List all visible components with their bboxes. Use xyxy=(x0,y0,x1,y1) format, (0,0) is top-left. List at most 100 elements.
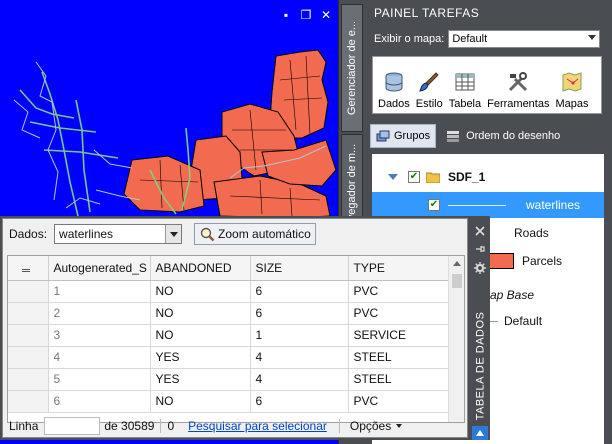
table-cell[interactable]: STEEL xyxy=(348,368,451,391)
table-vertical-scrollbar[interactable] xyxy=(448,256,464,422)
table-row[interactable]: 6 NO 6 PVC xyxy=(8,390,451,413)
table-cell[interactable]: 3 xyxy=(48,324,151,347)
map-select-value: Default xyxy=(452,33,488,45)
scroll-up-icon[interactable] xyxy=(453,261,461,266)
table-status-bar: Linha de 30589 0 Pesquisar para selecion… xyxy=(7,416,465,436)
table-cell[interactable]: YES xyxy=(150,368,251,391)
table-header-row: Autogenerated_S ABANDONED SIZE TYPE xyxy=(8,256,451,281)
row-header[interactable] xyxy=(8,302,49,325)
data-source-label: Dados: xyxy=(9,227,48,241)
maps-tool-button[interactable]: Mapas xyxy=(552,60,591,110)
table-cell[interactable]: YES xyxy=(150,346,251,369)
table-cell[interactable]: STEEL xyxy=(348,346,451,369)
data-table-toolbar: Dados: waterlines Zoom automático xyxy=(3,219,467,249)
tab-site-manager[interactable]: Gerenciador de e... xyxy=(341,4,363,132)
row-number-input[interactable] xyxy=(44,417,101,435)
map-selector-row: Exibir o mapa: Default xyxy=(364,26,612,52)
map-window-controls: ▪ ❐ ✕ xyxy=(280,9,332,21)
restore-icon[interactable]: ❐ xyxy=(300,9,312,21)
table-tool-label: Tabela xyxy=(448,98,482,110)
style-tool-label: Estilo xyxy=(415,98,443,110)
row-header[interactable] xyxy=(8,280,49,303)
table-row[interactable]: 5 YES 4 STEEL xyxy=(8,368,451,391)
table-row[interactable]: 2 NO 6 PVC xyxy=(8,302,451,325)
table-cell[interactable]: 6 xyxy=(250,280,349,303)
data-table-title-label: TABELA DE DADOS xyxy=(474,311,486,421)
expand-up-icon[interactable] xyxy=(472,426,488,440)
table-cell[interactable]: 1 xyxy=(250,324,349,347)
map-base-label: ap Base xyxy=(490,288,535,302)
table-cell[interactable]: PVC xyxy=(348,280,451,303)
maps-icon xyxy=(560,70,584,94)
attribute-table: Autogenerated_S ABANDONED SIZE TYPE 1 NO… xyxy=(7,255,465,423)
chevron-down-icon[interactable] xyxy=(165,225,182,243)
table-cell[interactable]: PVC xyxy=(348,390,451,413)
table-cell[interactable]: NO xyxy=(150,324,251,347)
tools-tool-button[interactable]: Ferramentas xyxy=(484,60,552,110)
database-icon xyxy=(382,70,406,94)
layer-waterlines[interactable]: ✔ waterlines xyxy=(372,192,604,218)
column-header[interactable]: SIZE xyxy=(250,256,349,281)
close-icon[interactable] xyxy=(475,226,485,236)
scrollbar-thumb[interactable] xyxy=(452,274,462,288)
table-cell[interactable]: 6 xyxy=(250,390,349,413)
table-cell[interactable]: PVC xyxy=(348,302,451,325)
roads-label: Roads xyxy=(514,226,549,240)
column-header[interactable]: TYPE xyxy=(348,256,451,281)
waterlines-line-swatch xyxy=(448,204,506,206)
data-source-select[interactable]: waterlines xyxy=(54,224,183,244)
row-header[interactable] xyxy=(8,346,49,369)
groups-tab[interactable]: Grupos xyxy=(370,124,437,148)
options-label: Opções xyxy=(349,419,392,433)
row-header[interactable] xyxy=(8,390,49,413)
table-row[interactable]: 4 YES 4 STEEL xyxy=(8,346,451,369)
table-cell[interactable]: 2 xyxy=(48,302,151,325)
style-tool-button[interactable]: Estilo xyxy=(413,60,446,110)
auto-zoom-button[interactable]: Zoom automático xyxy=(194,223,316,245)
pin-icon[interactable] xyxy=(475,244,485,254)
waterlines-visibility-checkbox[interactable]: ✔ xyxy=(428,199,440,211)
zoom-icon xyxy=(200,227,215,242)
close-icon[interactable]: ✕ xyxy=(320,9,332,21)
auto-zoom-label: Zoom automático xyxy=(218,227,311,241)
tools-tool-label: Ferramentas xyxy=(487,98,550,110)
table-tool-button[interactable]: Tabela xyxy=(446,60,484,110)
table-cell[interactable]: 6 xyxy=(250,302,349,325)
minimize-icon[interactable]: ▪ xyxy=(280,9,292,21)
collapse-arrow-icon[interactable] xyxy=(388,174,398,180)
layer-group-sdf[interactable]: ✔ SDF_1 xyxy=(372,164,604,190)
table-cell[interactable]: 5 xyxy=(48,368,151,391)
table-cell[interactable]: NO xyxy=(150,280,251,303)
table-cell[interactable]: NO xyxy=(150,302,251,325)
map-select[interactable]: Default xyxy=(448,30,601,48)
table-cell[interactable]: 4 xyxy=(250,346,349,369)
search-to-select-link[interactable]: Pesquisar para selecionar xyxy=(188,419,327,433)
folder-icon xyxy=(426,172,440,183)
table-row[interactable]: 1 NO 6 PVC xyxy=(8,280,451,303)
table-cell[interactable]: 4 xyxy=(250,368,349,391)
table-row[interactable]: 3 NO 1 SERVICE xyxy=(8,324,451,347)
parcels-label: Parcels xyxy=(522,254,563,268)
row-header[interactable] xyxy=(8,368,49,391)
caret-down-icon xyxy=(396,424,403,428)
table-cell[interactable]: 4 xyxy=(48,346,151,369)
column-header[interactable]: ABANDONED xyxy=(150,256,251,281)
table-cell[interactable]: 1 xyxy=(48,280,151,303)
draw-order-icon xyxy=(447,131,460,142)
data-tool-button[interactable]: Dados xyxy=(375,60,413,110)
table-cell[interactable]: NO xyxy=(150,390,251,413)
column-header[interactable]: Autogenerated_S xyxy=(48,256,151,281)
draw-order-label: Ordem do desenho xyxy=(466,130,561,142)
select-all-icon xyxy=(22,268,30,272)
table-cell[interactable]: 6 xyxy=(48,390,151,413)
gear-icon[interactable] xyxy=(474,262,486,274)
task-toolbar: Dados Estilo Tabela Ferramentas Mapas xyxy=(372,56,602,114)
draw-order-tab[interactable]: Ordem do desenho xyxy=(446,129,560,143)
data-source-value: waterlines xyxy=(59,227,114,241)
row-header[interactable] xyxy=(8,324,49,347)
options-menu-button[interactable]: Opções xyxy=(338,419,403,433)
sdf-visibility-checkbox[interactable]: ✔ xyxy=(408,171,420,183)
table-cell[interactable]: SERVICE xyxy=(348,324,451,347)
row-header-corner[interactable] xyxy=(8,256,49,281)
waterlines-label: waterlines xyxy=(526,198,581,212)
